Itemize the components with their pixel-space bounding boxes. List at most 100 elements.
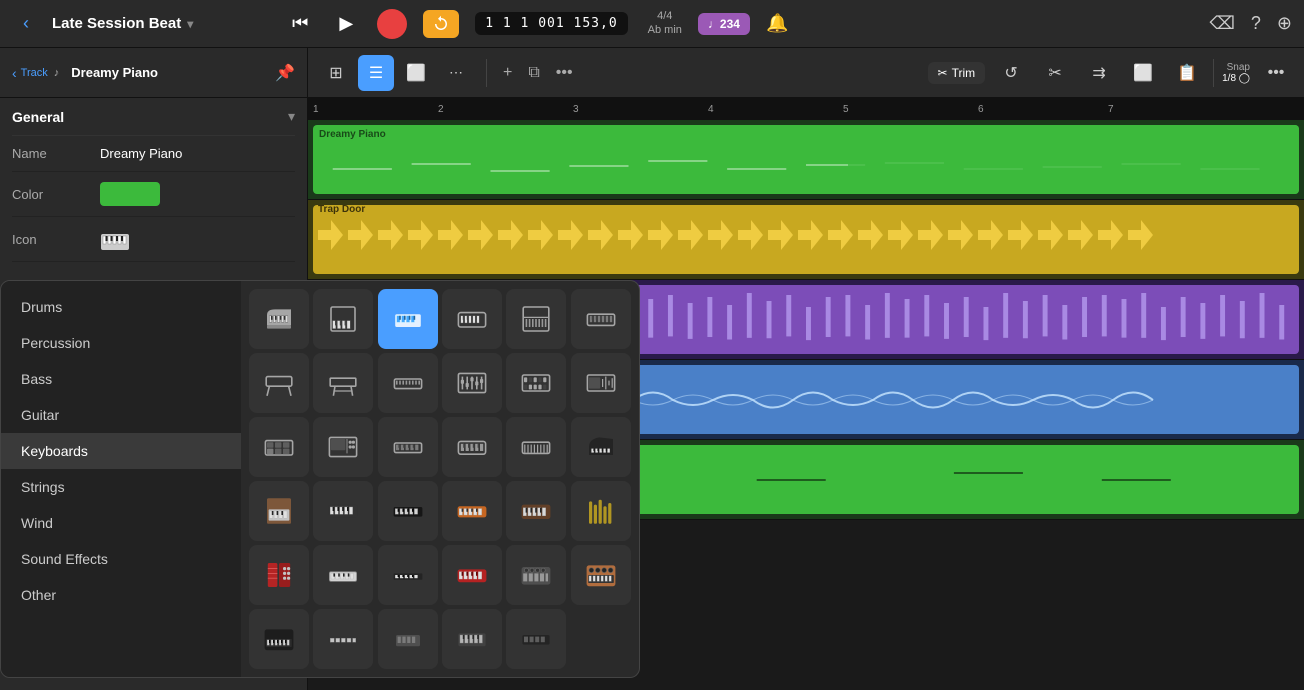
ruler-5: 5 <box>843 104 849 115</box>
category-list: Drums Percussion Bass Guitar Keyboards S… <box>1 281 241 677</box>
trim-tool[interactable]: ✂ Trim <box>928 62 986 84</box>
color-swatch[interactable] <box>100 182 160 206</box>
general-chevron[interactable]: ▾ <box>288 108 295 125</box>
region-trap-door[interactable] <box>313 205 1299 274</box>
top-right-controls: ⌫ ? ⊕ <box>1209 13 1292 34</box>
mix-view-button[interactable]: ⋯ <box>438 55 474 91</box>
icon-vintage-keyboard[interactable] <box>506 481 566 541</box>
loop-button[interactable]: ↺ <box>993 55 1029 91</box>
region-dreamy-piano-2[interactable] <box>848 125 1299 194</box>
paste-button[interactable]: 📋 <box>1169 55 1205 91</box>
icon-red-synth[interactable] <box>442 545 502 605</box>
name-field-label: Name <box>12 146 92 161</box>
key-display[interactable]: ♩234 <box>698 13 750 35</box>
divider-2 <box>1213 59 1214 87</box>
icon-upright-piano-photo[interactable] <box>249 481 309 541</box>
icon-placeholder-3[interactable] <box>506 609 566 669</box>
center-toolbar: ⊞ ☰ ⬜ ⋯ + ⧉ ••• ✂ Trim ↺ ✂ ⇉ ⬜ 📋 <box>308 48 1304 98</box>
icon-grand-piano[interactable] <box>249 289 309 349</box>
category-sound-effects[interactable]: Sound Effects <box>1 541 241 577</box>
category-strings[interactable]: Strings <box>1 469 241 505</box>
library-icon[interactable]: ⌫ <box>1209 13 1234 34</box>
category-bass[interactable]: Bass <box>1 361 241 397</box>
icon-sleek-keyboard[interactable] <box>378 481 438 541</box>
timeline-track-1: Dreamy Piano <box>308 120 1304 200</box>
track-display-name: Dreamy Piano <box>71 65 158 80</box>
play-button[interactable]: ▶ <box>331 9 361 39</box>
icon-grand-piano-photo[interactable] <box>571 417 631 477</box>
icon-organ[interactable] <box>506 289 566 349</box>
window-view-button[interactable]: ⬜ <box>398 55 434 91</box>
icon-electric-keyboard-selected[interactable] <box>378 289 438 349</box>
overflow-button[interactable]: ••• <box>1258 55 1294 91</box>
category-drums[interactable]: Drums <box>1 289 241 325</box>
icon-keyboard-stand2[interactable] <box>313 353 373 413</box>
icon-midi-controller[interactable] <box>378 353 438 413</box>
transport-controls: ⏮ ▶ 1 1 1 001 153,0 4/4 Ab min ♩234 🔔 <box>285 9 788 39</box>
pin-button[interactable]: 📌 <box>275 63 295 83</box>
add-track-button[interactable]: + <box>499 60 516 86</box>
icon-field-row: Icon <box>12 217 295 262</box>
icon-step-sequencer[interactable] <box>506 353 566 413</box>
icon-pipe-organ[interactable] <box>571 481 631 541</box>
trim-label: Trim <box>952 66 976 80</box>
icon-thin-keyboard[interactable] <box>313 609 373 669</box>
icon-workstation[interactable] <box>313 417 373 477</box>
icon-placeholder-1[interactable] <box>378 609 438 669</box>
icon-modern-synth[interactable] <box>249 609 309 669</box>
icon-flat-keyboard[interactable] <box>378 545 438 605</box>
piano-preview-icon <box>101 228 129 250</box>
list-view-button[interactable]: ☰ <box>358 55 394 91</box>
help-icon[interactable]: ? <box>1251 13 1261 34</box>
view-toggle-group: ⊞ ☰ ⬜ ⋯ <box>318 55 474 91</box>
color-field-label: Color <box>12 187 92 202</box>
icon-gray-controller[interactable] <box>506 545 566 605</box>
icon-wave-controller[interactable] <box>571 353 631 413</box>
rewind-button[interactable]: ⏮ <box>285 9 315 39</box>
icon-accordion[interactable] <box>249 545 309 605</box>
copy-button[interactable]: ⬜ <box>1125 55 1161 91</box>
icon-keyboard-alt[interactable] <box>442 417 502 477</box>
ruler-6: 6 <box>978 104 984 115</box>
icon-orange-synth[interactable] <box>442 481 502 541</box>
category-wind[interactable]: Wind <box>1 505 241 541</box>
icon-mini-keyboard[interactable] <box>313 545 373 605</box>
icon-preview[interactable] <box>100 227 130 251</box>
track-header: ‹ Track ♪ Dreamy Piano 📌 <box>0 48 307 98</box>
category-percussion[interactable]: Percussion <box>1 325 241 361</box>
icon-vintage-synth[interactable] <box>571 545 631 605</box>
split-button[interactable]: ✂ <box>1037 55 1073 91</box>
name-field-value[interactable]: Dreamy Piano <box>100 146 182 161</box>
icon-placeholder-2[interactable] <box>442 609 502 669</box>
category-keyboards[interactable]: Keyboards <box>1 433 241 469</box>
cycle-button[interactable] <box>423 10 459 38</box>
grid-view-button[interactable]: ⊞ <box>318 55 354 91</box>
metronome-icon[interactable]: 🔔 <box>766 13 788 34</box>
position-display: 1 1 1 001 153,0 <box>475 12 627 35</box>
icon-stage-piano-photo[interactable] <box>313 481 373 541</box>
top-bar: ‹ Late Session Beat ▾ ⏮ ▶ 1 1 1 001 153,… <box>0 0 1304 48</box>
bounce-button[interactable]: ⇉ <box>1081 55 1117 91</box>
icon-synth-keyboard[interactable] <box>571 289 631 349</box>
category-guitar[interactable]: Guitar <box>1 397 241 433</box>
more-options-button[interactable]: ••• <box>552 60 577 86</box>
category-other[interactable]: Other <box>1 577 241 613</box>
duplicate-button[interactable]: ⧉ <box>524 60 543 86</box>
divider-1 <box>486 59 487 87</box>
icon-keyboard-stand[interactable] <box>249 353 309 413</box>
icon-stage-piano[interactable] <box>442 289 502 349</box>
back-button[interactable]: ‹ <box>12 10 40 38</box>
main-layout: ‹ Track ♪ Dreamy Piano 📌 General ▾ Name … <box>0 48 1304 690</box>
icon-upright-piano[interactable] <box>313 289 373 349</box>
trap-door-pattern <box>313 205 1299 274</box>
project-chevron[interactable]: ▾ <box>187 17 193 31</box>
snap-value: 1/8 ◯ <box>1222 73 1250 84</box>
general-section-header: General ▾ <box>12 98 295 136</box>
settings-icon[interactable]: ⊕ <box>1277 13 1292 34</box>
icon-keyboard-simple[interactable] <box>378 417 438 477</box>
track-back-button[interactable]: ‹ Track ♪ <box>12 65 59 81</box>
record-button[interactable] <box>377 9 407 39</box>
icon-controller-2[interactable] <box>506 417 566 477</box>
icon-pad-controller[interactable] <box>249 417 309 477</box>
icon-fader-controller[interactable] <box>442 353 502 413</box>
